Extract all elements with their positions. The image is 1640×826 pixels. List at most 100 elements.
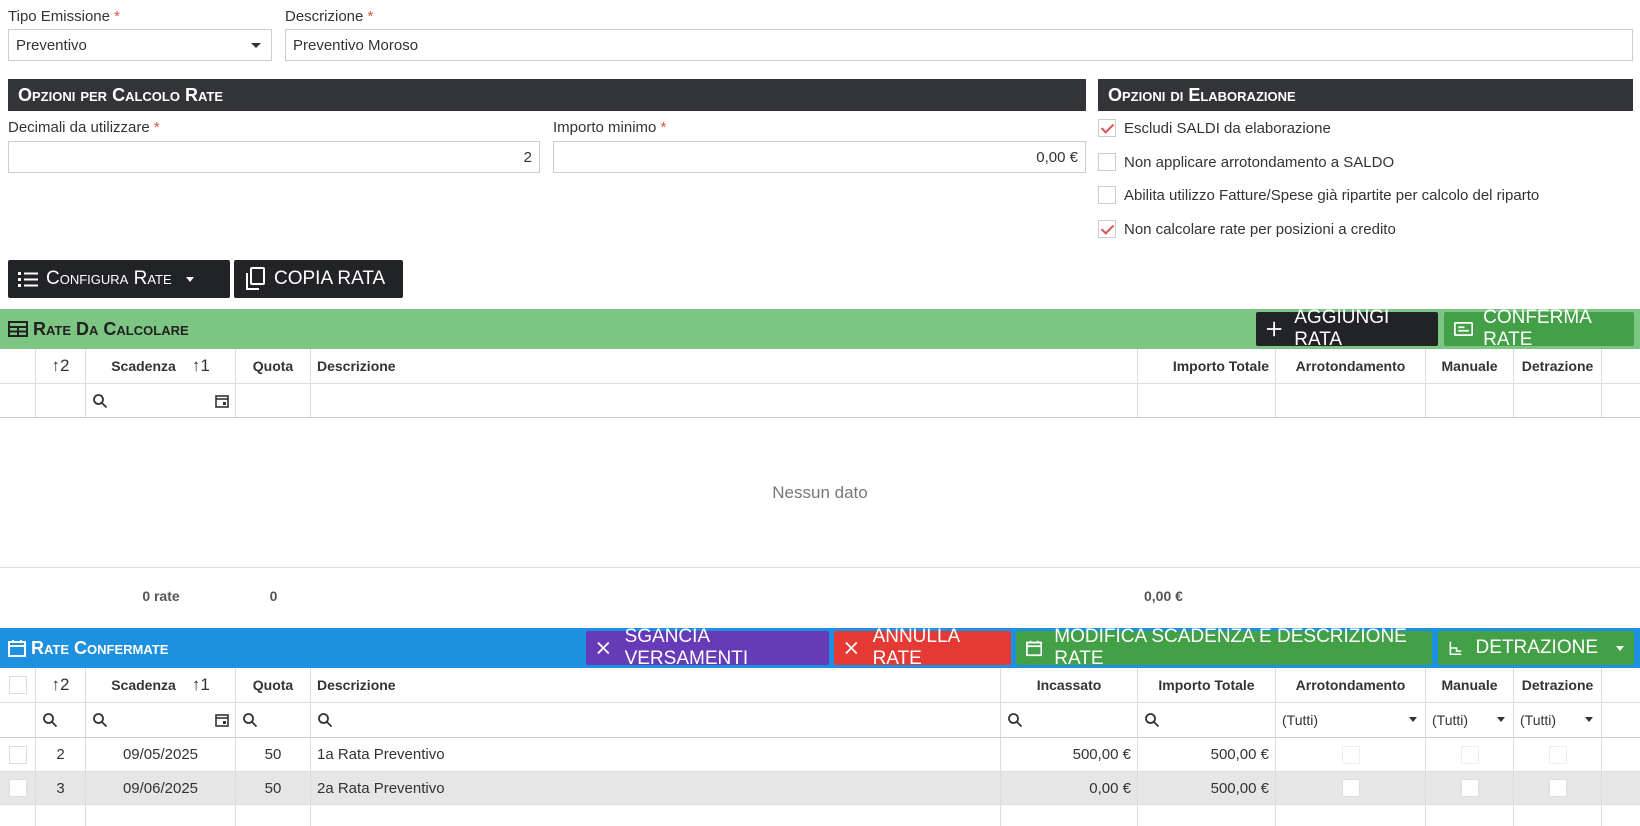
- table-row[interactable]: 3 09/06/2025 50 2a Rata Preventivo 0,00 …: [0, 772, 1640, 805]
- quota-cell: 50: [236, 772, 311, 804]
- checkbox[interactable]: [1098, 186, 1116, 204]
- importo-filter[interactable]: [1138, 703, 1276, 737]
- quota-filter[interactable]: [236, 703, 311, 737]
- rate-confermate-title: Rate Confermate: [0, 638, 168, 659]
- conferma-rate-button[interactable]: CONFERMA RATE: [1444, 307, 1634, 350]
- calendar-icon[interactable]: [215, 713, 229, 727]
- manuale-header[interactable]: Manuale: [1426, 349, 1514, 383]
- modifica-label: MODIFICA SCADENZA E DESCRIZIONE RATE: [1054, 626, 1407, 669]
- checkbox[interactable]: [1098, 153, 1116, 171]
- detrazione-button[interactable]: DETRAZIONE: [1438, 631, 1634, 665]
- empty-cell: [311, 805, 1001, 826]
- close-icon: [597, 641, 610, 655]
- arrotondamento-header[interactable]: Arrotondamento: [1276, 349, 1426, 383]
- detrazione-header[interactable]: Detrazione: [1514, 349, 1602, 383]
- grid2-header-row: ↑ 2 Scadenza ↑1 Quota Descrizione Incassat…: [0, 668, 1640, 703]
- incassato-cell: 500,00 €: [1001, 738, 1138, 771]
- arrotondamento-cell: [1276, 738, 1426, 771]
- caret-down-icon: [185, 276, 194, 282]
- importo-minimo-label: Importo minimo *: [553, 119, 667, 136]
- filter-blank: [1138, 384, 1276, 417]
- decimali-input[interactable]: 2: [8, 141, 540, 173]
- arrotondamento-filter[interactable]: (Tutti): [1276, 703, 1426, 737]
- arrotondamento-cell: [1276, 772, 1426, 804]
- option-abilita-fatture[interactable]: Abilita utilizzo Fatture/Spese già ripar…: [1098, 186, 1539, 204]
- manuale-checkbox: [1460, 745, 1479, 764]
- checkbox[interactable]: [1098, 220, 1116, 238]
- descrizione-cell: 1a Rata Preventivo: [311, 738, 1001, 771]
- num-cell: 3: [36, 772, 86, 804]
- incassato-filter[interactable]: [1001, 703, 1138, 737]
- scadenza-filter[interactable]: [86, 384, 236, 417]
- list-icon: [18, 272, 38, 287]
- descrizione-header[interactable]: Descrizione: [311, 349, 1138, 383]
- copia-rata-label: COPIA RATA: [274, 268, 386, 289]
- manuale-cell: [1426, 772, 1514, 804]
- scadenza-filter[interactable]: [86, 703, 236, 737]
- arrotondamento-checkbox: [1341, 779, 1360, 797]
- table-row[interactable]: 2 09/05/2025 50 1a Rata Preventivo 500,0…: [0, 738, 1640, 772]
- copy-icon: [246, 267, 265, 290]
- detrazione-header[interactable]: Detrazione: [1514, 668, 1602, 702]
- conferma-rate-label: CONFERMA RATE: [1483, 307, 1591, 350]
- chevron-down-icon: [251, 43, 261, 48]
- option-non-arrotondamento[interactable]: Non applicare arrotondamento a SALDO: [1098, 153, 1394, 171]
- importo-totale-header[interactable]: Importo Totale: [1138, 349, 1276, 383]
- search-icon: [93, 393, 108, 408]
- chevron-down-icon: [1409, 717, 1417, 722]
- arrotondamento-header[interactable]: Arrotondamento: [1276, 668, 1426, 702]
- empty-message: Nessun dato: [772, 482, 868, 502]
- empty-cell: [0, 805, 36, 826]
- chevron-down-icon: [1497, 717, 1505, 722]
- select-all-checkbox[interactable]: [8, 676, 27, 694]
- scadenza-header[interactable]: Scadenza ↑1: [86, 349, 236, 383]
- importo-minimo-input[interactable]: 0,00 €: [553, 141, 1086, 173]
- sgancia-versamenti-button[interactable]: SGANCIA VERSAMENTI: [586, 626, 829, 669]
- deduction-icon: [1449, 641, 1462, 655]
- footer-importo: 0,00 €: [1144, 588, 1183, 604]
- manuale-filter[interactable]: (Tutti): [1426, 703, 1514, 737]
- option-non-calcolare-credito[interactable]: Non calcolare rate per posizioni a credi…: [1098, 220, 1396, 238]
- empty-cell: [236, 805, 311, 826]
- filter-blank: [1514, 384, 1602, 417]
- incassato-header[interactable]: Incassato: [1001, 668, 1138, 702]
- importo-totale-header[interactable]: Importo Totale: [1138, 668, 1276, 702]
- quota-header[interactable]: Quota: [236, 349, 311, 383]
- detrazione-label: DETRAZIONE: [1475, 637, 1598, 658]
- row-checkbox[interactable]: [8, 779, 27, 797]
- configura-rate-button[interactable]: Configura Rate: [8, 260, 230, 298]
- sort-index-header[interactable]: ↑ 2: [36, 668, 86, 702]
- table-icon: [8, 321, 28, 337]
- empty-state: Nessun dato: [0, 418, 1640, 568]
- quota-header[interactable]: Quota: [236, 668, 311, 702]
- select-all-cell[interactable]: [0, 668, 36, 702]
- tipo-emissione-select[interactable]: Preventivo: [8, 29, 272, 61]
- option-label: Abilita utilizzo Fatture/Spese già ripar…: [1124, 186, 1540, 204]
- descrizione-filter[interactable]: [311, 703, 1001, 737]
- row-checkbox[interactable]: [8, 745, 27, 764]
- row-select-cell[interactable]: [0, 772, 36, 804]
- detrazione-filter[interactable]: (Tutti): [1514, 703, 1602, 737]
- modifica-scadenza-button[interactable]: MODIFICA SCADENZA E DESCRIZIONE RATE: [1016, 626, 1432, 669]
- annulla-rate-button[interactable]: ANNULLA RATE: [834, 626, 1011, 669]
- sort-index-header[interactable]: ↑ 2: [36, 349, 86, 383]
- checkbox[interactable]: [1098, 119, 1116, 137]
- empty-cell: [1426, 805, 1514, 826]
- descrizione-header[interactable]: Descrizione: [311, 668, 1001, 702]
- descrizione-input[interactable]: Preventivo Moroso: [285, 29, 1633, 61]
- option-escludi-saldi[interactable]: Escludi SALDI da elaborazione: [1098, 119, 1331, 137]
- calendar-icon[interactable]: [215, 394, 229, 408]
- filter-value: (Tutti): [1520, 712, 1557, 728]
- aggiungi-rata-button[interactable]: AGGIUNGI RATA: [1256, 307, 1438, 350]
- num-filter[interactable]: [36, 703, 86, 737]
- importo-minimo-value: 0,00 €: [1036, 148, 1078, 166]
- search-icon: [93, 713, 108, 728]
- filter-blank: [0, 384, 36, 417]
- empty-cell: [36, 805, 86, 826]
- descrizione-value: Preventivo Moroso: [293, 36, 419, 54]
- manuale-header[interactable]: Manuale: [1426, 668, 1514, 702]
- search-icon: [1008, 713, 1023, 728]
- scadenza-header[interactable]: Scadenza ↑1: [86, 668, 236, 702]
- row-select-cell[interactable]: [0, 738, 36, 771]
- copia-rata-button[interactable]: COPIA RATA: [234, 260, 403, 298]
